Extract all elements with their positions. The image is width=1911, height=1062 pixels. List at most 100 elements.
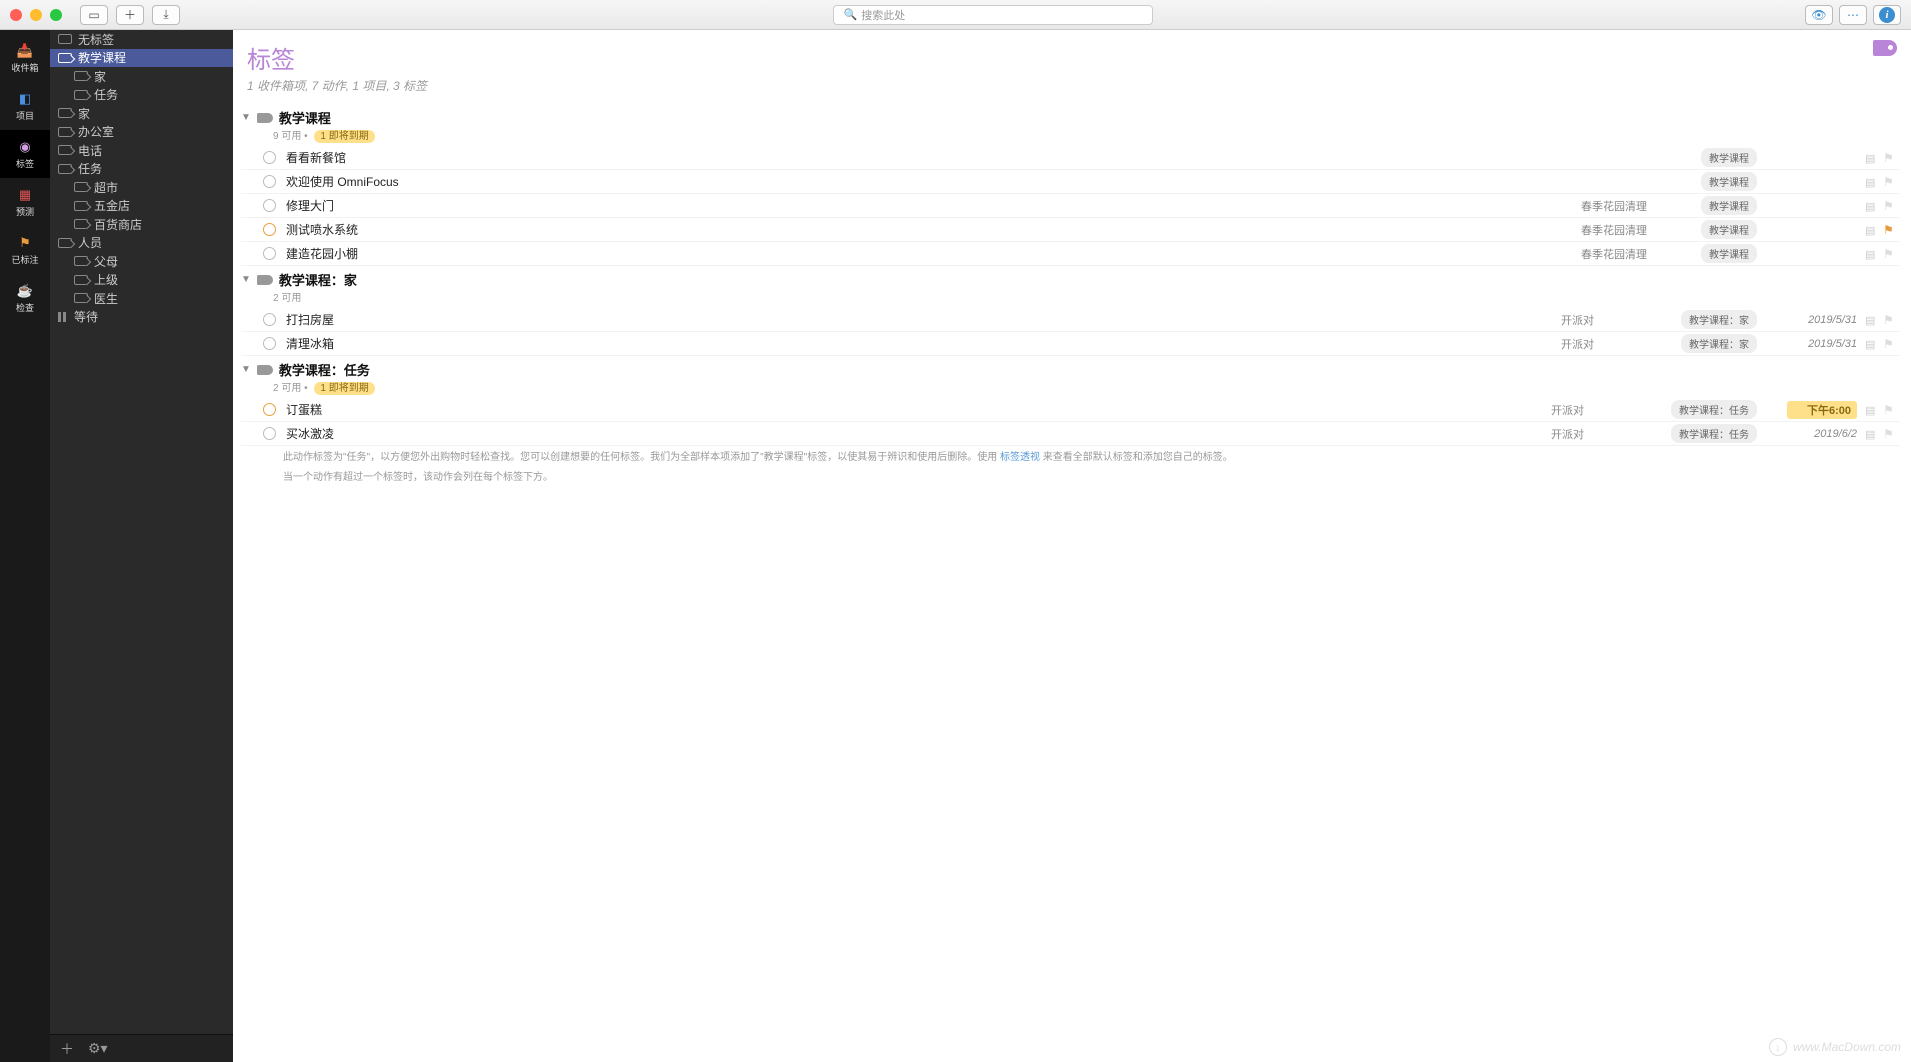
flag-icon[interactable]: ⚑ xyxy=(1883,313,1895,327)
tag-icon xyxy=(74,293,88,303)
task-checkbox[interactable] xyxy=(263,175,276,188)
sidebar-item[interactable]: 家 xyxy=(50,67,233,86)
tag-icon xyxy=(58,53,72,63)
sidebar-item[interactable]: 家 xyxy=(50,104,233,123)
task-row[interactable]: 测试喷水系统春季花园清理教学课程▤⚑ xyxy=(241,218,1899,242)
nav-检查[interactable]: ☕检查 xyxy=(0,274,50,322)
nav-收件箱[interactable]: 📥收件箱 xyxy=(0,34,50,82)
add-tag-button[interactable]: ＋ xyxy=(60,1039,74,1059)
disclosure-icon[interactable]: ▼ xyxy=(241,112,251,123)
note-icon[interactable]: ▤ xyxy=(1865,428,1877,440)
flag-icon[interactable]: ⚑ xyxy=(1883,223,1895,237)
flag-icon[interactable]: ⚑ xyxy=(1883,247,1895,261)
task-row[interactable]: 看看新餐馆教学课程▤⚑ xyxy=(241,146,1899,170)
inspector-button[interactable]: i xyxy=(1873,5,1901,25)
group-header[interactable]: ▼教学课程 xyxy=(241,104,1899,127)
task-tag-pill[interactable]: 教学课程：家 xyxy=(1681,310,1757,329)
watermark-text: www.MacDown.com xyxy=(1793,1040,1901,1054)
sidebar-item[interactable]: 电话 xyxy=(50,141,233,160)
nav-已标注[interactable]: ⚑已标注 xyxy=(0,226,50,274)
note-icon[interactable]: ▤ xyxy=(1865,224,1877,236)
sidebar-item[interactable]: 无标签 xyxy=(50,30,233,49)
note-icon[interactable]: ▤ xyxy=(1865,314,1877,326)
task-checkbox[interactable] xyxy=(263,247,276,260)
tag-icon xyxy=(74,275,88,285)
nav-预测[interactable]: ▦预测 xyxy=(0,178,50,226)
sidebar-item[interactable]: 任务 xyxy=(50,86,233,105)
group-header[interactable]: ▼教学课程：任务 xyxy=(241,356,1899,379)
task-row[interactable]: 修理大门春季花园清理教学课程▤⚑ xyxy=(241,194,1899,218)
task-tag-pill[interactable]: 教学课程：任务 xyxy=(1671,424,1757,443)
flag-icon[interactable]: ⚑ xyxy=(1883,427,1895,441)
task-checkbox[interactable] xyxy=(263,403,276,416)
task-checkbox[interactable] xyxy=(263,223,276,236)
task-tag-pill[interactable]: 教学课程 xyxy=(1701,148,1757,167)
flag-icon[interactable]: ⚑ xyxy=(1883,175,1895,189)
note-link[interactable]: 标签透视 xyxy=(1000,452,1040,463)
cleanup-button[interactable]: ⤓ xyxy=(152,5,180,25)
sidebar-item[interactable]: 教学课程 xyxy=(50,49,233,68)
task-project: 春季花园清理 xyxy=(1581,198,1701,214)
sidebar-item[interactable]: 等待 xyxy=(50,308,233,327)
sidebar-item[interactable]: 医生 xyxy=(50,289,233,308)
tag-icon xyxy=(58,108,72,118)
note-icon[interactable]: ▤ xyxy=(1865,338,1877,350)
tag-icon xyxy=(74,219,88,229)
note-icon[interactable]: ▤ xyxy=(1865,152,1877,164)
settings-button[interactable]: ⋯ xyxy=(1839,5,1867,25)
task-row[interactable]: 欢迎使用 OmniFocus教学课程▤⚑ xyxy=(241,170,1899,194)
sidebar-footer: ＋ ⚙︎▾ xyxy=(50,1034,233,1062)
flag-icon[interactable]: ⚑ xyxy=(1883,199,1895,213)
main-content: 标签 1 收件箱项, 7 动作, 1 项目, 3 标签 ▼教学课程9 可用 • … xyxy=(233,30,1911,1062)
disclosure-icon[interactable]: ▼ xyxy=(241,274,251,285)
search-input[interactable]: 🔍 搜索此处 xyxy=(833,5,1153,25)
view-options-button[interactable]: 👁 xyxy=(1805,5,1833,25)
close-window[interactable] xyxy=(10,9,22,21)
note-icon[interactable]: ▤ xyxy=(1865,176,1877,188)
task-checkbox[interactable] xyxy=(263,313,276,326)
group-header[interactable]: ▼教学课程：家 xyxy=(241,266,1899,289)
disclosure-icon[interactable]: ▼ xyxy=(241,364,251,375)
task-row[interactable]: 打扫房屋开派对教学课程：家2019/5/31▤⚑ xyxy=(241,308,1899,332)
note-icon[interactable]: ▤ xyxy=(1865,248,1877,260)
task-tag-pill[interactable]: 教学课程：家 xyxy=(1681,334,1757,353)
sidebar-item[interactable]: 五金店 xyxy=(50,197,233,216)
task-tag-pill[interactable]: 教学课程 xyxy=(1701,172,1757,191)
flag-icon[interactable]: ⚑ xyxy=(1883,403,1895,417)
task-row[interactable]: 建造花园小棚春季花园清理教学课程▤⚑ xyxy=(241,242,1899,266)
sidebar-item[interactable]: 办公室 xyxy=(50,123,233,142)
task-row[interactable]: 订蛋糕开派对教学课程：任务下午6:00▤⚑ xyxy=(241,398,1899,422)
note-icon[interactable]: ▤ xyxy=(1865,404,1877,416)
sidebar-item[interactable]: 百货商店 xyxy=(50,215,233,234)
sidebar-item[interactable]: 父母 xyxy=(50,252,233,271)
nav-icon: ◉ xyxy=(15,139,35,155)
flag-icon[interactable]: ⚑ xyxy=(1883,337,1895,351)
task-checkbox[interactable] xyxy=(263,199,276,212)
task-tag-pill[interactable]: 教学课程 xyxy=(1701,244,1757,263)
content-header: 标签 1 收件箱项, 7 动作, 1 项目, 3 标签 xyxy=(241,36,1899,104)
sidebar-toggle-button[interactable]: ▭ xyxy=(80,5,108,25)
task-tag-pill[interactable]: 教学课程 xyxy=(1701,196,1757,215)
task-tag-pill[interactable]: 教学课程：任务 xyxy=(1671,400,1757,419)
sidebar-options-button[interactable]: ⚙︎▾ xyxy=(88,1040,108,1057)
task-tag-pill[interactable]: 教学课程 xyxy=(1701,220,1757,239)
sidebar-item[interactable]: 人员 xyxy=(50,234,233,253)
nav-label: 检查 xyxy=(16,301,34,314)
sidebar-item-label: 超市 xyxy=(94,179,118,196)
note-icon[interactable]: ▤ xyxy=(1865,200,1877,212)
sidebar-item[interactable]: 任务 xyxy=(50,160,233,179)
nav-标签[interactable]: ◉标签 xyxy=(0,130,50,178)
sidebar-item[interactable]: 超市 xyxy=(50,178,233,197)
flag-icon[interactable]: ⚑ xyxy=(1883,151,1895,165)
task-checkbox[interactable] xyxy=(263,427,276,440)
add-button[interactable]: ＋ xyxy=(116,5,144,25)
maximize-window[interactable] xyxy=(50,9,62,21)
sidebar-item[interactable]: 上级 xyxy=(50,271,233,290)
minimize-window[interactable] xyxy=(30,9,42,21)
task-checkbox[interactable] xyxy=(263,151,276,164)
task-row[interactable]: 买冰激凌开派对教学课程：任务2019/6/2▤⚑ xyxy=(241,422,1899,446)
nav-项目[interactable]: ◧项目 xyxy=(0,82,50,130)
sidebar-item-label: 人员 xyxy=(78,234,102,251)
task-row[interactable]: 清理冰箱开派对教学课程：家2019/5/31▤⚑ xyxy=(241,332,1899,356)
task-checkbox[interactable] xyxy=(263,337,276,350)
